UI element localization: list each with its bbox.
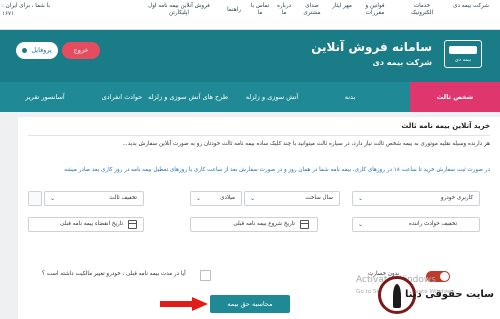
nav-item-company[interactable]: شرکت بیمه دی [452,3,490,10]
nav-item-guide[interactable]: راهنما [222,7,246,14]
third-party-discount-addon [28,191,42,206]
top-navigation: شرکت بیمه دی خدمات الکترونیک قوانین و مق… [0,0,500,30]
chevron-down-icon: ⌄ [358,195,364,202]
tab-body[interactable]: بدنه [335,82,365,112]
vehicle-usage-select[interactable]: کاربری خودرو ⌄ [352,191,480,206]
nav-item-mehr[interactable]: مهر ایثار [331,3,353,10]
nav-item-laws[interactable]: قوانین و مقررات [360,3,390,17]
vehicle-usage-value: کاربری خودرو [440,195,473,201]
third-party-discount-select[interactable]: تخفیف ثالث ⌄ [44,191,144,206]
divider [28,135,490,136]
driver-discount-value: تخفیف حوادث راننده [408,221,457,227]
logo-mark-icon [449,46,477,54]
tab-fire-earthquake[interactable]: آتش سوزی و زلزله [234,82,310,112]
previous-end-date-placeholder: تاریخ انقضاء بیمه نامه قبلی [60,221,123,227]
site-watermark-badge: سایت حقوقی دینا [376,276,494,316]
ownership-change-label: آیا در مدت بیمه نامه قبلی ، خودرو تغییر … [42,271,186,277]
system-subtitle: شرکت بیمه دی [372,58,432,67]
profile-label: پروفایل [31,46,52,54]
previous-start-date-placeholder: تاریخ شروع بیمه نامه قبلی [233,221,295,227]
tab-elevator[interactable]: آسانسور تقریر [10,82,80,112]
support-phone-number: ۱۶۷۱ [2,11,15,17]
form-description: هر دارنده وسیله نقلیه موتوری به بیمه شخص… [122,141,490,147]
tab-third-party[interactable]: شخص ثالث [410,82,500,112]
nav-item-customer-voice[interactable]: صدای مشتری [299,3,325,17]
system-title: سامانه فروش آنلاین [311,40,432,54]
nav-item-online-sale[interactable]: فروش آنلاین بیمه نامه اول اپلیکارتن [146,3,212,17]
previous-end-date-input[interactable]: تاریخ انقضاء بیمه نامه قبلی [28,217,144,232]
chevron-down-icon: ⌄ [250,195,256,202]
support-phone: با شما ، برای ایران : ۱۶۷۱ [2,2,50,18]
chevron-down-icon: ⌄ [50,195,56,202]
nav-item-contact[interactable]: تماس با ما [250,3,270,17]
driver-discount-select[interactable]: تخفیف حوادث راننده ⌄ [352,217,480,232]
calculate-premium-button[interactable]: محاسبه حق بیمه [210,295,290,313]
logo-text: بیمه دی [454,57,472,63]
calendar-icon [128,220,137,229]
tab-fire-plans[interactable]: طرح های آتش سوزی و زلزله [138,82,238,112]
nav-item-services[interactable]: خدمات الکترونیک [402,3,442,17]
third-party-discount-value: تخفیف ثالث [109,195,137,201]
insurance-tabs: شخص ثالث بدنه آتش سوزی و زلزله طرح های آ… [0,82,500,112]
calendar-type-select[interactable]: میلادی ⌄ [190,191,242,206]
user-icon [22,47,28,53]
site-badge-text: سایت حقوقی دینا [405,289,494,300]
calendar-type-value: میلادی [220,195,235,201]
logout-button[interactable]: خروج [62,42,100,59]
chevron-down-icon: ⌄ [358,221,364,228]
nav-item-about[interactable]: درباره ما [274,3,294,17]
profile-button[interactable]: پروفایل [16,42,58,59]
previous-start-date-input[interactable]: تاریخ شروع بیمه نامه قبلی [190,217,318,232]
ownership-change-checkbox[interactable] [200,270,211,281]
chevron-down-icon: ⌄ [196,195,202,202]
form-title: خرید آنلاین بیمه نامه ثالث [401,122,490,130]
support-phone-caption: با شما ، برای ایران : [2,3,50,9]
build-year-select[interactable]: سال ساخت ⌄ [244,191,340,206]
arrow-right-icon [160,297,208,311]
bime-dey-logo[interactable]: بیمه دی [444,40,482,68]
site-header: بیمه دی سامانه فروش آنلاین شرکت بیمه دی … [0,30,500,82]
calendar-icon [300,220,309,229]
tab-personal-accident[interactable]: حوادث انفرادی [92,82,152,112]
build-year-value: سال ساخت [305,195,333,201]
issuance-note: در صورت ثبت سفارش خرید تا ساعت ۱۸ در روز… [64,167,490,173]
